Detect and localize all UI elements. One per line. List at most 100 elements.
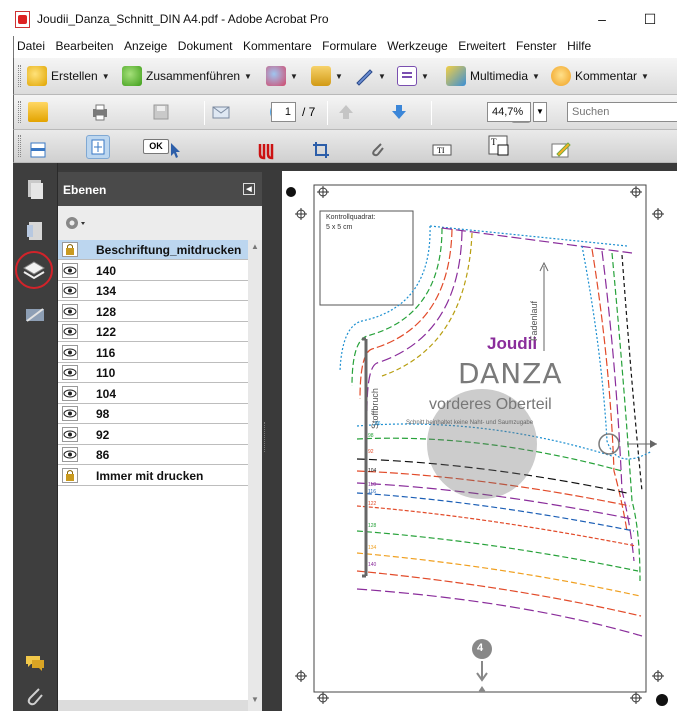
- layers-panel-icon[interactable]: [22, 259, 46, 283]
- fit-width-icon[interactable]: [86, 135, 111, 159]
- menu-formulare[interactable]: Formulare: [319, 36, 380, 53]
- toolbar-grip[interactable]: [18, 65, 21, 87]
- options-gear-icon[interactable]: [63, 214, 87, 232]
- text-field-icon[interactable]: TI: [431, 140, 452, 160]
- crop-icon[interactable]: [311, 140, 331, 160]
- layer-row[interactable]: 104: [58, 384, 248, 404]
- eye-icon[interactable]: [62, 406, 78, 421]
- size-label: 86: [375, 421, 381, 427]
- menu-dokument[interactable]: Dokument: [175, 36, 236, 53]
- layer-name: Immer mit drucken: [96, 468, 204, 483]
- tasks-toolbar: Erstellen ▼ Zusammenführen ▼ ▼ ▼ ▼ ▼ Multi…: [13, 58, 677, 95]
- eye-icon[interactable]: [62, 365, 78, 380]
- menu-bearbeiten[interactable]: Bearbeiten: [52, 36, 116, 53]
- maximize-button[interactable]: ☐: [630, 6, 670, 32]
- menu-datei[interactable]: Datei: [14, 36, 48, 53]
- menu-kommentare[interactable]: Kommentare: [240, 36, 315, 53]
- panel-splitter[interactable]: [264, 422, 268, 452]
- scroll-down-icon[interactable]: ▼: [251, 695, 259, 704]
- layer-row[interactable]: 110: [58, 363, 248, 383]
- print-icon[interactable]: [90, 102, 110, 122]
- signatures-panel-icon[interactable]: [23, 303, 47, 327]
- eye-icon[interactable]: [62, 262, 78, 278]
- eye-icon[interactable]: [62, 303, 78, 319]
- grainline-label: Fadenlauf: [529, 300, 539, 341]
- toolbar-separator: [204, 101, 205, 125]
- layer-name: 122: [96, 325, 117, 339]
- size-label: 128: [368, 523, 377, 529]
- layer-name: 92: [96, 427, 110, 442]
- forms-button[interactable]: ▼: [397, 66, 429, 86]
- attachments-panel-icon[interactable]: [23, 685, 47, 709]
- layers-horizontal-scrollbar[interactable]: [58, 700, 248, 711]
- menu-hilfe[interactable]: Hilfe: [564, 36, 594, 53]
- layers-list-scrollbar[interactable]: ▲ ▼: [248, 240, 262, 711]
- comments-panel-icon[interactable]: [23, 651, 47, 675]
- zoom-level-input[interactable]: 44,7%: [487, 102, 531, 122]
- size-label: 140: [368, 562, 377, 568]
- size-label: 122: [368, 501, 377, 507]
- sign-button[interactable]: ▼: [354, 66, 386, 86]
- layer-row[interactable]: Beschriftung_mitdrucken: [58, 240, 248, 260]
- eye-icon[interactable]: [62, 324, 78, 339]
- search-input[interactable]: [567, 102, 677, 122]
- eye-icon[interactable]: [62, 283, 78, 298]
- collapse-panel-icon[interactable]: ◀: [243, 183, 255, 195]
- save-icon[interactable]: [151, 102, 171, 122]
- eye-icon[interactable]: [62, 426, 78, 442]
- toolbar-separator: [327, 101, 328, 125]
- open-folder-icon[interactable]: [28, 102, 48, 122]
- arrow-up-icon[interactable]: [336, 102, 356, 122]
- text-box-icon[interactable]: T: [487, 134, 511, 158]
- page-number-input[interactable]: 1: [271, 102, 296, 122]
- collaborate-button[interactable]: ▼: [266, 66, 298, 86]
- bookmarks-panel-icon[interactable]: [23, 219, 47, 243]
- layer-name: 116: [96, 345, 116, 360]
- secure-button[interactable]: ▼: [311, 66, 343, 86]
- arrow-down-icon[interactable]: [389, 102, 409, 122]
- lock-icon[interactable]: [62, 242, 78, 257]
- chevron-down-icon: ▼: [378, 71, 386, 81]
- layer-row[interactable]: 98: [58, 404, 248, 424]
- layer-row[interactable]: 86: [58, 445, 248, 465]
- layer-row[interactable]: Immer mit drucken: [58, 466, 248, 486]
- layer-row[interactable]: 128: [58, 302, 248, 322]
- attach-icon[interactable]: [368, 140, 388, 160]
- eye-icon[interactable]: [62, 385, 78, 401]
- size-label: 134: [368, 545, 377, 551]
- layer-row[interactable]: 134: [58, 281, 248, 301]
- zoom-dropdown-chevron-icon[interactable]: ▼: [533, 102, 547, 122]
- menu-anzeige[interactable]: Anzeige: [121, 36, 170, 53]
- eye-icon[interactable]: [62, 344, 78, 360]
- menu-erweitert[interactable]: Erweitert: [455, 36, 508, 53]
- minimize-button[interactable]: –: [582, 6, 622, 32]
- toolbar-grip[interactable]: [18, 135, 21, 157]
- menu-fenster[interactable]: Fenster: [513, 36, 560, 53]
- multimedia-button[interactable]: Multimedia ▼: [446, 66, 540, 86]
- layer-row[interactable]: 92: [58, 425, 248, 445]
- chevron-down-icon: ▼: [101, 71, 110, 81]
- chevron-down-icon: ▼: [244, 71, 252, 81]
- layer-row[interactable]: 116: [58, 343, 248, 363]
- link-tool-icon[interactable]: [256, 140, 276, 160]
- create-button[interactable]: Erstellen ▼: [27, 66, 110, 86]
- window-title: Joudii_Danza_Schnitt_DIN A4.pdf - Adobe …: [37, 12, 329, 26]
- toolbar-grip[interactable]: [18, 101, 21, 123]
- product-name: DANZA: [458, 357, 563, 390]
- allowance-note: Schnitt beinhaltet keine Naht- und Saumz…: [406, 420, 534, 426]
- pen-icon: [354, 66, 374, 86]
- comment-button[interactable]: Kommentar ▼: [551, 66, 649, 86]
- pdf-file-icon: [15, 11, 30, 28]
- lock-icon[interactable]: [62, 467, 78, 483]
- layer-row[interactable]: 140: [58, 261, 248, 281]
- combine-button[interactable]: Zusammenführen ▼: [122, 66, 252, 86]
- edit-document-icon[interactable]: [550, 140, 571, 160]
- ok-button-tool[interactable]: OK: [143, 139, 169, 154]
- fit-page-icon[interactable]: [28, 140, 48, 160]
- menu-werkzeuge[interactable]: Werkzeuge: [384, 36, 450, 53]
- email-icon[interactable]: [211, 102, 231, 122]
- scroll-up-icon[interactable]: ▲: [251, 242, 259, 251]
- layer-row[interactable]: 122: [58, 322, 248, 342]
- eye-icon[interactable]: [62, 447, 78, 462]
- pages-panel-icon[interactable]: [23, 177, 47, 201]
